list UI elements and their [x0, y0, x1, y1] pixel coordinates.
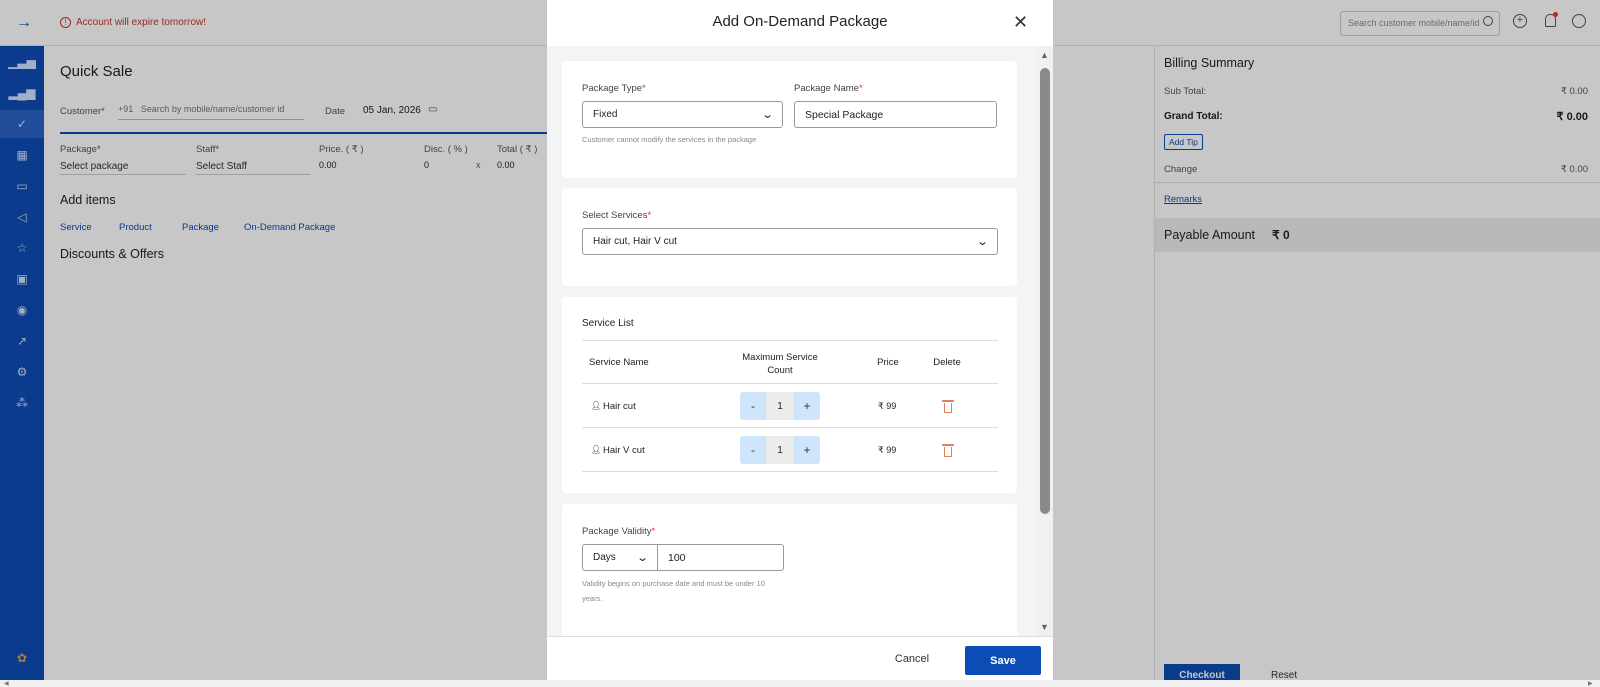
decrement-button[interactable]: -: [740, 436, 766, 464]
close-icon[interactable]: ✕: [1013, 12, 1028, 33]
scroll-down-arrow-icon[interactable]: ▼: [1040, 622, 1049, 632]
package-validity-label: Package Validity*: [582, 526, 656, 537]
increment-button[interactable]: +: [794, 436, 820, 464]
price-cell: ₹ 99: [878, 401, 897, 411]
cancel-button[interactable]: Cancel: [882, 648, 942, 670]
validity-value-input[interactable]: 100: [657, 544, 784, 571]
scroll-left-arrow-icon[interactable]: ◀: [4, 680, 9, 687]
package-type-hint: Customer cannot modify the services in t…: [582, 135, 757, 144]
trash-icon[interactable]: [942, 444, 954, 457]
col-price: Price: [877, 357, 899, 368]
modal-footer: Cancel Save: [547, 636, 1053, 680]
table-header-divider: [582, 383, 998, 384]
row-divider: [582, 427, 998, 428]
package-details-card: Package Type* Fixed ⌄ Customer cannot mo…: [562, 61, 1017, 178]
package-validity-card: Package Validity* Days ⌄ 100 Validity be…: [562, 504, 1017, 636]
validity-unit-value: Days: [593, 552, 616, 563]
package-name-input[interactable]: Special Package: [794, 101, 997, 128]
person-icon: 👤︎: [591, 445, 602, 454]
increment-button[interactable]: +: [794, 392, 820, 420]
chevron-down-icon: ⌄: [975, 236, 989, 248]
validity-unit-select[interactable]: Days ⌄: [582, 544, 658, 571]
modal-vertical-scrollbar[interactable]: ▲ ▼: [1037, 46, 1053, 636]
scroll-right-arrow-icon[interactable]: ▶: [1588, 680, 1593, 687]
quantity-value[interactable]: 1: [766, 436, 794, 464]
package-type-value: Fixed: [593, 109, 618, 120]
horizontal-scrollbar[interactable]: ◀ ▶: [0, 680, 1600, 687]
validity-hint-line-1: Validity begins on purchase date and mus…: [582, 579, 765, 588]
add-on-demand-package-modal: Add On-Demand Package ✕ Package Type* Fi…: [547, 0, 1053, 680]
quantity-stepper[interactable]: - 1 +: [740, 436, 820, 464]
chevron-down-icon: ⌄: [760, 109, 774, 121]
service-list-card: Service List Service Name Maximum Servic…: [562, 297, 1017, 493]
price-cell: ₹ 99: [878, 445, 897, 455]
service-name-cell: Hair cut: [603, 401, 636, 412]
scrollbar-thumb[interactable]: [1040, 68, 1050, 514]
person-icon: 👤︎: [591, 401, 602, 410]
services-value: Hair cut, Hair V cut: [593, 236, 677, 247]
quantity-stepper[interactable]: - 1 +: [740, 392, 820, 420]
decrement-button[interactable]: -: [740, 392, 766, 420]
trash-icon[interactable]: [942, 400, 954, 413]
col-service-name: Service Name: [589, 357, 649, 368]
chevron-down-icon: ⌄: [635, 552, 649, 564]
package-type-label: Package Type*: [582, 83, 646, 94]
select-services-label: Select Services*: [582, 210, 652, 221]
package-type-select[interactable]: Fixed ⌄: [582, 101, 783, 128]
services-multiselect[interactable]: Hair cut, Hair V cut ⌄: [582, 228, 998, 255]
col-delete: Delete: [933, 357, 961, 368]
modal-header: Add On-Demand Package ✕: [547, 0, 1053, 46]
validity-hint-line-2: years.: [582, 594, 603, 603]
modal-title: Add On-Demand Package: [712, 13, 888, 30]
save-button[interactable]: Save: [965, 646, 1041, 675]
row-divider: [582, 471, 998, 472]
select-services-card: Select Services* Hair cut, Hair V cut ⌄: [562, 188, 1017, 286]
service-list-title: Service List: [582, 318, 634, 329]
table-top-divider: [582, 340, 998, 341]
package-name-label: Package Name*: [794, 83, 863, 94]
col-max-count: Maximum Service Count: [742, 352, 818, 376]
quantity-value[interactable]: 1: [766, 392, 794, 420]
scroll-up-arrow-icon[interactable]: ▲: [1040, 50, 1049, 60]
service-name-cell: Hair V cut: [603, 445, 645, 456]
